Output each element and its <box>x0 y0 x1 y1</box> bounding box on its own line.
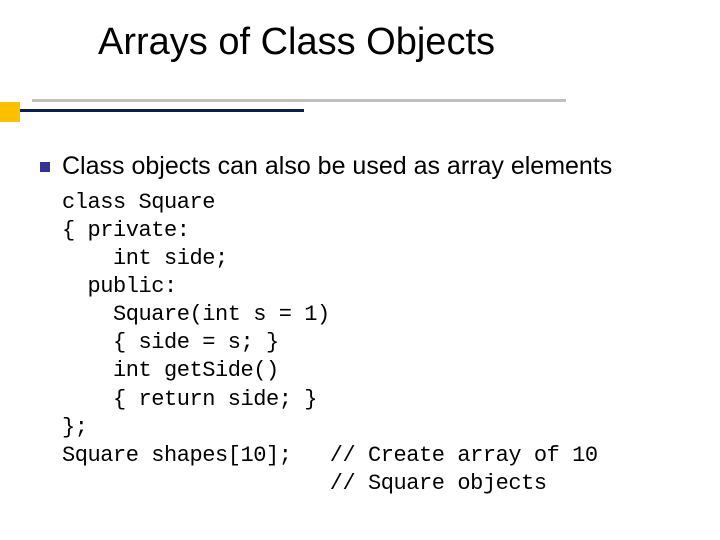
deco-square-yellow <box>0 102 20 122</box>
bullet-text: Class objects can also be used as array … <box>62 150 612 183</box>
bullet-marker-icon <box>40 162 50 172</box>
slide: Arrays of Class Objects Class objects ca… <box>0 0 720 540</box>
slide-body: Class objects can also be used as array … <box>40 150 700 498</box>
bullet-item: Class objects can also be used as array … <box>40 150 700 183</box>
deco-line-grey <box>32 99 566 102</box>
title-block: Arrays of Class Objects <box>98 20 678 80</box>
deco-line-navy <box>14 109 304 112</box>
code-block: class Square { private: int side; public… <box>62 189 700 499</box>
title-decoration <box>0 99 720 119</box>
slide-title: Arrays of Class Objects <box>98 20 678 65</box>
